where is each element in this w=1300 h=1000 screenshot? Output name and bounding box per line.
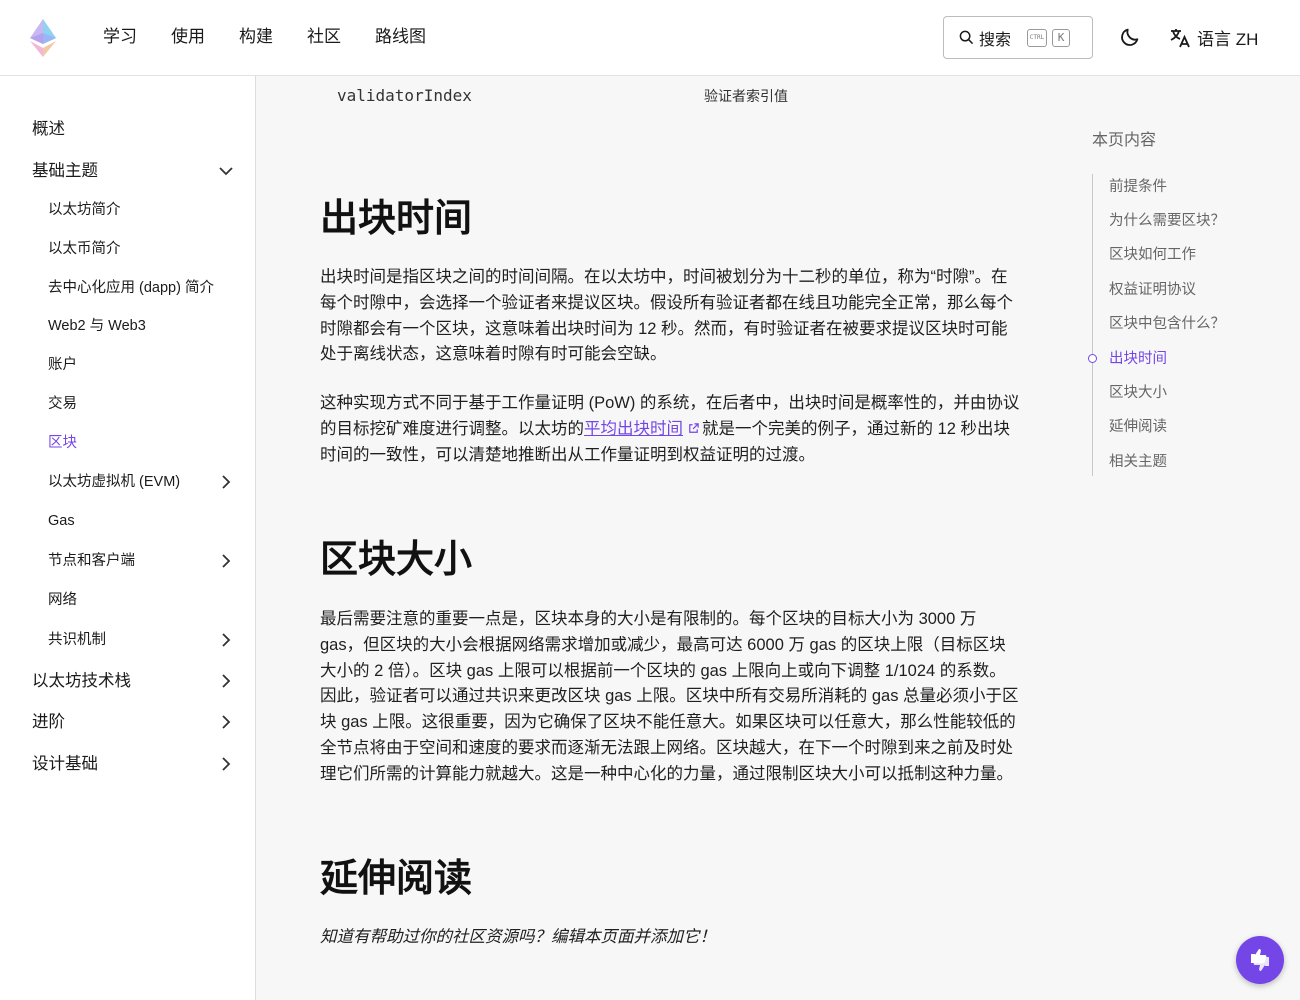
dark-mode-moon-icon[interactable] (1119, 26, 1141, 48)
chevron-right-icon[interactable] (217, 672, 235, 690)
sidebar-item-stack[interactable]: 以太坊技术栈 (32, 671, 131, 691)
chevron-right-icon[interactable] (217, 631, 235, 649)
toc-item-related-topics[interactable]: 相关主题 (1109, 452, 1167, 472)
language-label: 语言 ZH (1197, 30, 1259, 49)
paragraph-block-size: 最后需要注意的重要一点是，区块本身的大小是有限制的。每个区块的目标大小为 300… (320, 610, 1019, 783)
kbd-k: K (1052, 28, 1071, 47)
nav-use[interactable]: 使用 (171, 26, 205, 48)
docs-sidebar: 概述 基础主题 以太坊简介 以太币简介 去中心化应用 (dapp) 简介 Web… (0, 76, 256, 1000)
sidebar-item-gas[interactable]: Gas (48, 511, 75, 531)
toc-item-whats-in-block[interactable]: 区块中包含什么？ (1109, 314, 1225, 334)
sidebar-item-intro-dapps[interactable]: 去中心化应用 (dapp) 简介 (48, 278, 214, 298)
sidebar-item-evm[interactable]: 以太坊虚拟机 (EVM) (48, 472, 180, 492)
nav-learn[interactable]: 学习 (103, 26, 137, 48)
toc-item-block-time[interactable]: 出块时间 (1109, 349, 1167, 369)
top-header: 学习 使用 构建 社区 路线图 搜索 CTRL K 语言 ZH (0, 0, 1300, 76)
sidebar-item-overview[interactable]: 概述 (32, 119, 65, 139)
thumbs-feedback-icon (1251, 949, 1269, 971)
chevron-right-icon[interactable] (217, 552, 235, 570)
toc-item-block-size[interactable]: 区块大小 (1109, 383, 1167, 403)
chevron-right-icon[interactable] (217, 713, 235, 731)
toc-item-how-blocks-work[interactable]: 区块如何工作 (1109, 245, 1196, 265)
toc-title: 本页内容 (1092, 132, 1157, 149)
ethereum-logo-icon[interactable] (30, 19, 56, 57)
external-link-icon (689, 423, 699, 433)
kbd-ctrl: CTRL (1027, 28, 1048, 47)
average-block-time-link[interactable]: 平均出块时间 (584, 420, 683, 438)
table-cell-description: 验证者索引值 (704, 88, 788, 104)
toc-item-why-blocks[interactable]: 为什么需要区块？ (1109, 211, 1225, 231)
chevron-right-icon[interactable] (217, 473, 235, 491)
sidebar-item-networks[interactable]: 网络 (48, 590, 77, 610)
heading-block-size: 区块大小 (320, 539, 473, 581)
paragraph-further-reading: 知道有帮助过你的社区资源吗？编辑本页面并添加它！ (320, 928, 716, 946)
sidebar-item-intro-ether[interactable]: 以太币简介 (48, 239, 121, 259)
sidebar-item-intro-ethereum[interactable]: 以太坊简介 (48, 200, 121, 220)
main-nav: 学习 使用 构建 社区 路线图 (103, 26, 460, 48)
chevron-right-icon[interactable] (217, 755, 235, 773)
sidebar-item-accounts[interactable]: 账户 (48, 355, 77, 375)
sidebar-item-web2-web3[interactable]: Web2 与 Web3 (48, 316, 146, 336)
nav-community[interactable]: 社区 (307, 26, 341, 48)
heading-further-reading: 延伸阅读 (320, 858, 473, 900)
paragraph-block-time-1: 出块时间是指区块之间的时间间隔。在以太坊中，时间被划分为十二秒的单位，称为“时隙… (320, 268, 1013, 364)
toc-divider (1092, 174, 1093, 476)
nav-roadmap[interactable]: 路线图 (375, 26, 426, 48)
nav-build[interactable]: 构建 (239, 26, 273, 48)
toc-item-prerequisites[interactable]: 前提条件 (1109, 177, 1167, 197)
translate-icon (1170, 28, 1190, 47)
feedback-button[interactable] (1236, 936, 1284, 984)
table-cell-field: validatorIndex (337, 86, 472, 105)
sidebar-item-blocks[interactable]: 区块 (48, 433, 77, 453)
chevron-down-icon[interactable] (217, 162, 235, 180)
sidebar-item-nodes-clients[interactable]: 节点和客户端 (48, 551, 135, 571)
search-label: 搜索 (979, 31, 1012, 49)
main-content: validatorIndex 验证者索引值 出块时间 出块时间是指区块之间的时间… (257, 76, 1057, 1000)
toc-item-further-reading[interactable]: 延伸阅读 (1109, 417, 1167, 437)
search-button[interactable]: 搜索 CTRL K (943, 16, 1093, 59)
language-button[interactable]: 语言 ZH (1168, 25, 1258, 50)
toc-item-pos-protocol[interactable]: 权益证明协议 (1109, 280, 1196, 300)
sidebar-item-transactions[interactable]: 交易 (48, 394, 77, 414)
heading-block-time: 出块时间 (320, 198, 473, 240)
sidebar-item-design-fundamentals[interactable]: 设计基础 (32, 754, 98, 774)
paragraph-block-time-2: 这种实现方式不同于基于工作量证明 (PoW) 的系统，在后者中，出块时间是概率性… (320, 391, 1020, 468)
toc-active-indicator (1088, 354, 1097, 363)
sidebar-item-consensus[interactable]: 共识机制 (48, 630, 106, 650)
search-icon (959, 30, 974, 45)
sidebar-item-foundational-topics[interactable]: 基础主题 (32, 161, 98, 181)
sidebar-item-advanced[interactable]: 进阶 (32, 712, 65, 732)
